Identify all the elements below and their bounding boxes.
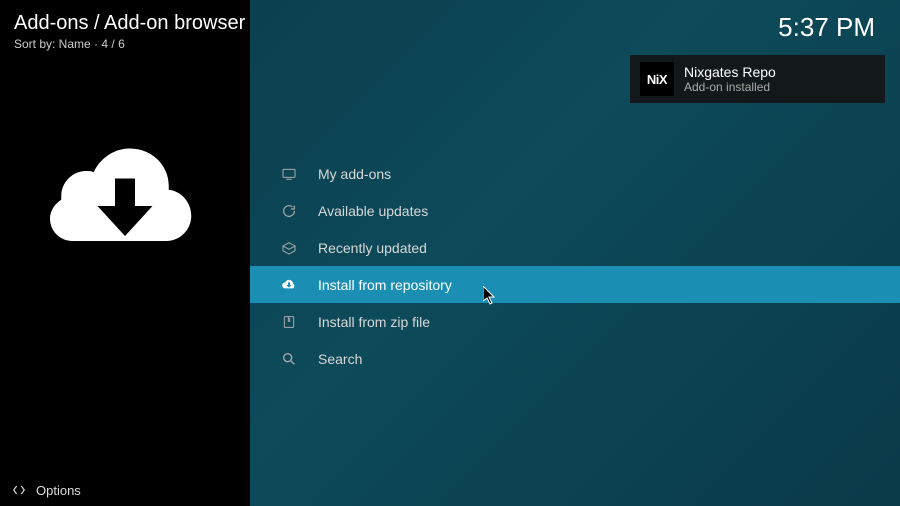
clock: 5:37 PM xyxy=(778,12,875,43)
notification-toast: NiX Nixgates Repo Add-on installed xyxy=(630,55,885,103)
menu-item-search[interactable]: Search xyxy=(250,340,900,377)
cloud-down-icon xyxy=(280,277,298,293)
menu-item-available-updates[interactable]: Available updates xyxy=(250,192,900,229)
zip-icon xyxy=(280,314,298,330)
breadcrumb: Add-ons / Add-on browser xyxy=(14,12,250,35)
options-icon xyxy=(12,483,26,497)
search-icon xyxy=(280,351,298,367)
menu-list: My add-ons Available updates Recently up… xyxy=(250,155,900,377)
menu-item-my-addons[interactable]: My add-ons xyxy=(250,155,900,192)
menu-item-install-from-repository[interactable]: Install from repository xyxy=(250,266,900,303)
toast-addon-icon: NiX xyxy=(640,62,674,96)
footer-options[interactable]: Options xyxy=(0,474,250,506)
screen-icon xyxy=(280,166,298,182)
toast-subtitle: Add-on installed xyxy=(684,80,776,94)
sidebar: Add-ons / Add-on browser Sort by: Name ·… xyxy=(0,0,250,506)
toast-title: Nixgates Repo xyxy=(684,64,776,80)
sort-info: Sort by: Name · 4 / 6 xyxy=(14,37,250,51)
menu-item-recently-updated[interactable]: Recently updated xyxy=(250,229,900,266)
sidebar-graphic xyxy=(14,131,250,261)
box-open-icon xyxy=(280,240,298,256)
refresh-icon xyxy=(280,203,298,219)
menu-item-install-from-zip[interactable]: Install from zip file xyxy=(250,303,900,340)
cloud-download-icon xyxy=(50,131,200,261)
